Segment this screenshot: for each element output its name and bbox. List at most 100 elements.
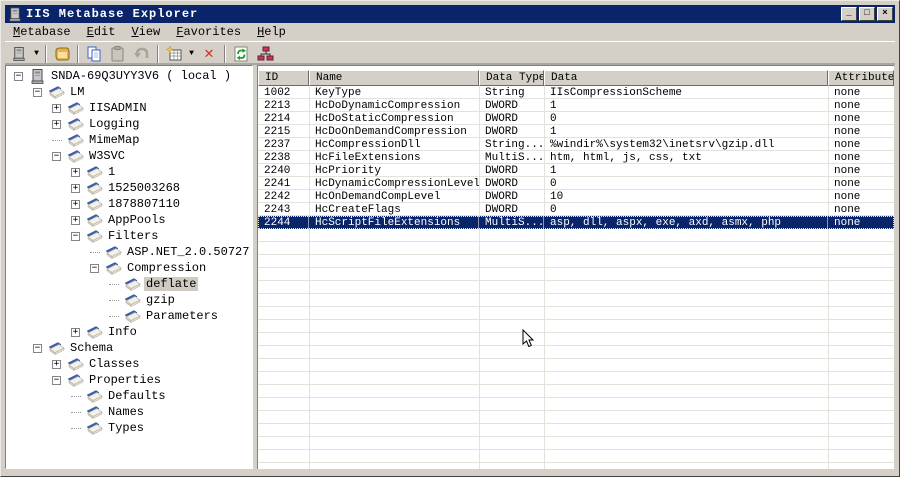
table-cell: DWORD <box>485 191 519 203</box>
collapse-icon[interactable]: − <box>71 231 80 241</box>
table-cell: DWORD <box>485 113 519 125</box>
tree-item-label: AppPools <box>108 213 166 227</box>
key-icon <box>86 229 103 244</box>
key-icon <box>86 421 103 436</box>
table-row[interactable]: 2240 HcPriority DWORD 1 none <box>258 164 894 177</box>
table-cell: htm, html, js, css, txt <box>550 152 702 164</box>
tree-item-snda-69q3uyy3v6-local[interactable]: − SNDA-69Q3UYY3V6 ( local ) <box>6 68 252 84</box>
expand-icon[interactable]: + <box>71 215 80 225</box>
refresh-button[interactable] <box>229 43 253 65</box>
collapse-icon[interactable]: − <box>14 71 23 81</box>
key-icon <box>105 261 122 276</box>
menu-item-help[interactable]: Help <box>249 24 294 41</box>
tree-item-deflate[interactable]: deflate <box>6 276 252 292</box>
list-body[interactable]: 1002 KeyType String IIsCompressionScheme non… <box>258 86 894 469</box>
table-row[interactable]: 2215 HcDoOnDemandCompression DWORD 1 none <box>258 125 894 138</box>
expand-icon[interactable]: + <box>71 183 80 193</box>
menu-item-edit[interactable]: Edit <box>79 24 124 41</box>
table-cell: HcDoDynamicCompression <box>315 100 461 112</box>
table-row[interactable]: 2244 HcScriptFileExtensions MultiS... asp, … <box>258 216 894 229</box>
table-row[interactable]: 2237 HcCompressionDll String... %windir%\sy… <box>258 138 894 151</box>
tree-item-filters[interactable]: − Filters <box>6 228 252 244</box>
column-header-attributes[interactable]: Attributes <box>828 70 894 86</box>
tree-item-apppools[interactable]: + AppPools <box>6 212 252 228</box>
tree-view-button[interactable] <box>253 43 277 65</box>
table-cell: 0 <box>550 178 557 190</box>
table-cell: MultiS... <box>485 152 544 164</box>
tree-item-compression[interactable]: − Compression <box>6 260 252 276</box>
column-header-id[interactable]: ID <box>258 70 309 86</box>
connect-server-dropdown[interactable]: ▼ <box>31 43 42 65</box>
collapse-icon[interactable]: − <box>52 375 61 385</box>
table-cell: IIsCompressionScheme <box>550 87 683 99</box>
delete-button[interactable]: ✕ <box>197 43 221 65</box>
tree-item-classes[interactable]: + Classes <box>6 356 252 372</box>
tree-item-1878807110[interactable]: +1878807110 <box>6 196 252 212</box>
tree-item-label: Logging <box>89 117 140 131</box>
title-bar[interactable]: IIS Metabase Explorer _ □ × <box>5 5 895 23</box>
tree-item-logging[interactable]: + Logging <box>6 116 252 132</box>
tree-item-iisadmin[interactable]: + IISADMIN <box>6 100 252 116</box>
tree-item-schema[interactable]: − Schema <box>6 340 252 356</box>
paste-button[interactable] <box>106 43 130 65</box>
expand-icon[interactable]: + <box>52 103 61 113</box>
tree-item-parameters[interactable]: Parameters <box>6 308 252 324</box>
tree-item-gzip[interactable]: gzip <box>6 292 252 308</box>
table-cell: none <box>834 100 861 112</box>
table-cell: DWORD <box>485 165 519 177</box>
toolbar-separator <box>224 44 226 63</box>
tree-item-mimemap[interactable]: MimeMap <box>6 132 252 148</box>
expand-icon[interactable]: + <box>71 199 80 209</box>
toolbar-separator <box>45 44 47 63</box>
table-row[interactable]: 2243 HcCreateFlags DWORD 0 none <box>258 203 894 216</box>
minimize-button[interactable]: _ <box>841 7 857 21</box>
new-key-button[interactable] <box>162 43 186 65</box>
table-cell: none <box>834 126 861 138</box>
tree-view-icon <box>257 46 273 60</box>
new-key-dropdown[interactable]: ▼ <box>186 43 197 65</box>
copy-button[interactable] <box>82 43 106 65</box>
undo-button[interactable] <box>130 43 154 65</box>
expand-icon[interactable]: + <box>71 327 80 337</box>
menu-item-favorites[interactable]: Favorites <box>168 24 249 41</box>
tree-item-1525003268[interactable]: +1525003268 <box>6 180 252 196</box>
tree-item-types[interactable]: Types <box>6 420 252 436</box>
table-row[interactable]: 2241 HcDynamicCompressionLevel DWORD 0 none <box>258 177 894 190</box>
table-row[interactable]: 2238 HcFileExtensions MultiS... htm, html, … <box>258 151 894 164</box>
collapse-icon[interactable]: − <box>90 263 99 273</box>
collapse-icon[interactable]: − <box>33 343 42 353</box>
save-button[interactable] <box>50 43 74 65</box>
table-row[interactable]: 1002 KeyType String IIsCompressionScheme non… <box>258 86 894 99</box>
expand-icon[interactable]: + <box>52 119 61 129</box>
collapse-icon[interactable]: − <box>33 87 42 97</box>
column-header-name[interactable]: Name <box>309 70 479 86</box>
table-cell: 2237 <box>264 139 291 151</box>
menu-item-view[interactable]: View <box>123 24 168 41</box>
maximize-button[interactable]: □ <box>859 7 875 21</box>
expand-icon[interactable]: + <box>71 167 80 177</box>
tree-item-w3svc[interactable]: − W3SVC <box>6 148 252 164</box>
tree-item-asp-net-2-0-50727-0[interactable]: ASP.NET_2.0.50727.0 <box>6 244 252 260</box>
tree-item-1[interactable]: +1 <box>6 164 252 180</box>
collapse-icon[interactable]: − <box>52 151 61 161</box>
connect-server-button[interactable] <box>7 43 31 65</box>
table-row[interactable]: 2242 HcOnDemandCompLevel DWORD 10 none <box>258 190 894 203</box>
menu-item-metabase[interactable]: Metabase <box>5 24 79 41</box>
tree-item-label: W3SVC <box>89 149 126 163</box>
tree-item-info[interactable]: + Info <box>6 324 252 340</box>
close-button[interactable]: × <box>877 7 893 21</box>
table-cell: none <box>834 178 861 190</box>
tree-item-defaults[interactable]: Defaults <box>6 388 252 404</box>
tree-item-names[interactable]: Names <box>6 404 252 420</box>
tree-item-properties[interactable]: − Properties <box>6 372 252 388</box>
save-icon <box>55 47 69 60</box>
tree-item-lm[interactable]: − LM <box>6 84 252 100</box>
column-header-data-type[interactable]: Data Type <box>479 70 544 86</box>
undo-icon <box>134 47 149 58</box>
table-cell: HcFileExtensions <box>315 152 421 164</box>
app-window: IIS Metabase Explorer _ □ × Metabase Edit… <box>0 0 900 477</box>
table-row[interactable]: 2214 HcDoStaticCompression DWORD 0 none <box>258 112 894 125</box>
column-header-data[interactable]: Data <box>544 70 828 86</box>
expand-icon[interactable]: + <box>52 359 61 369</box>
table-row[interactable]: 2213 HcDoDynamicCompression DWORD 1 none <box>258 99 894 112</box>
